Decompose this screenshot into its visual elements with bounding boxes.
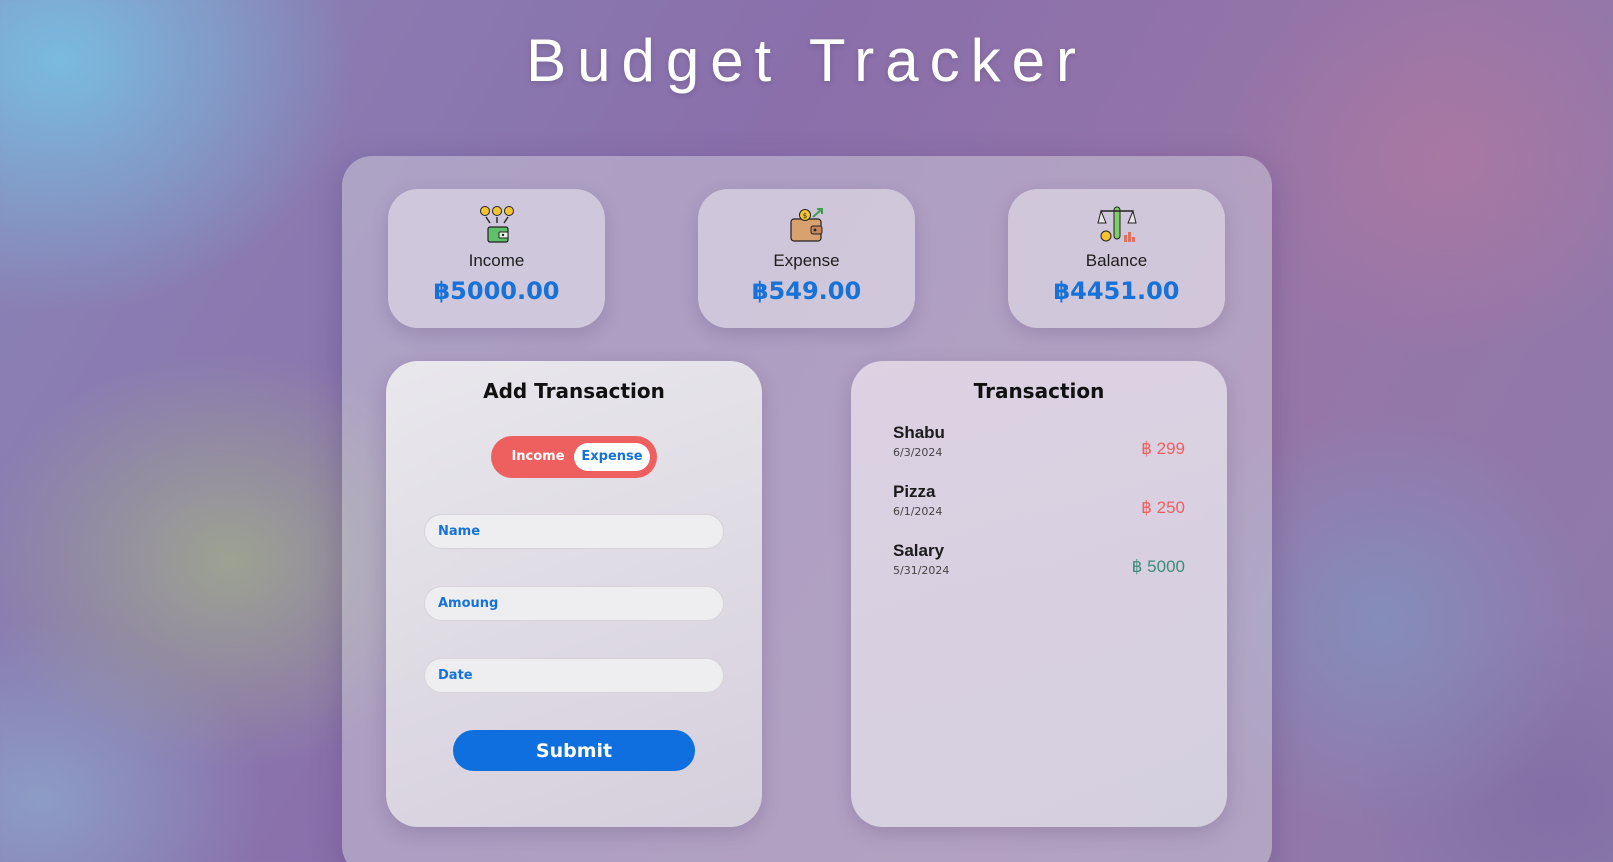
balance-scale-icon	[1096, 206, 1137, 242]
transaction-name: Salary	[893, 541, 945, 560]
balance-card: Balance ฿4451.00	[1008, 189, 1225, 328]
list-item[interactable]: Pizza 6/1/2024 ฿ 250	[893, 482, 1185, 526]
date-input[interactable]	[424, 658, 724, 693]
main-panel: Income ฿5000.00 $ Expense ฿549.00 Balanc…	[342, 156, 1272, 862]
balance-label: Balance	[1085, 251, 1148, 270]
list-item[interactable]: Salary 5/31/2024 ฿ 5000	[893, 541, 1185, 585]
expense-label: Expense	[773, 251, 840, 270]
transaction-name: Shabu	[893, 423, 945, 442]
expense-amount: ฿549.00	[751, 277, 862, 305]
transaction-amount: ฿ 299	[1141, 439, 1185, 458]
transaction-name: Pizza	[893, 482, 936, 501]
amount-input[interactable]	[424, 586, 724, 621]
income-label: Income	[468, 251, 525, 270]
transaction-date: 6/3/2024	[893, 446, 943, 459]
expense-card: $ Expense ฿549.00	[698, 189, 915, 328]
toggle-expense-option[interactable]: Expense	[574, 443, 650, 471]
transaction-list: Transaction Shabu 6/3/2024 ฿ 299 Pizza 6…	[851, 361, 1227, 827]
transaction-type-toggle[interactable]: Income Expense	[491, 436, 657, 478]
transaction-amount: ฿ 5000	[1131, 557, 1185, 576]
svg-text:$: $	[802, 212, 806, 220]
transaction-date: 6/1/2024	[893, 505, 943, 518]
page-title: Budget Tracker	[526, 27, 1087, 94]
transaction-list-title: Transaction	[973, 379, 1105, 403]
wallet-expense-icon: $	[789, 208, 823, 242]
income-coins-wallet-icon	[479, 206, 514, 243]
list-item[interactable]: Shabu 6/3/2024 ฿ 299	[893, 423, 1185, 467]
add-transaction-form: Add Transaction Income Expense Submit	[386, 361, 762, 827]
transaction-date: 5/31/2024	[893, 564, 950, 577]
name-input[interactable]	[424, 514, 724, 549]
transaction-amount: ฿ 250	[1141, 498, 1185, 517]
toggle-income-option[interactable]: Income	[503, 436, 573, 478]
income-card: Income ฿5000.00	[388, 189, 605, 328]
add-transaction-title: Add Transaction	[483, 379, 665, 403]
submit-button[interactable]: Submit	[453, 730, 695, 771]
balance-amount: ฿4451.00	[1053, 277, 1180, 305]
income-amount: ฿5000.00	[433, 277, 560, 305]
